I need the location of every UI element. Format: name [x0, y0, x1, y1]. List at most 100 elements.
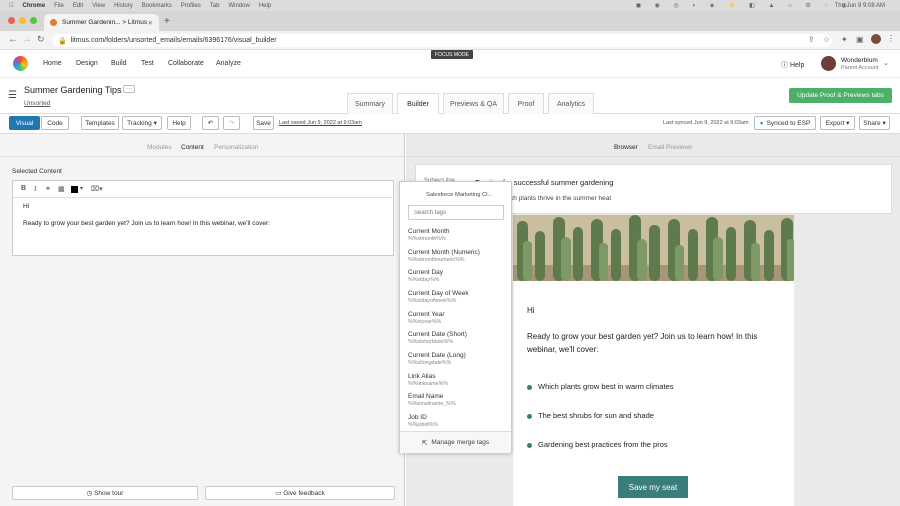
menu-window[interactable]: Window [228, 3, 249, 9]
tag-item[interactable]: Link Alias %%linkname%% [408, 373, 448, 387]
manage-merge-tags-button[interactable]: ⇱ Manage merge tags [400, 431, 511, 453]
extensions-icon[interactable]: ✦ [841, 35, 848, 44]
litmus-logo[interactable] [13, 56, 28, 71]
tag-item[interactable]: Job ID %%jobid%% [408, 414, 438, 428]
nav-collaborate[interactable]: Collaborate [168, 60, 204, 67]
app-name[interactable]: Chrome [23, 3, 46, 9]
email-title[interactable]: Summer Gardening Tips [24, 85, 122, 95]
italic-icon[interactable]: I [34, 185, 36, 193]
user-avatar[interactable] [821, 56, 836, 71]
menu-file[interactable]: File [54, 3, 64, 9]
tag-item[interactable]: Current Date (Short) %%xtshortdate%% [408, 331, 467, 345]
tab-title: Summer Gardenin... > Litmus [62, 19, 148, 26]
tag-item[interactable]: Current Day of Week %%xtdayofweek%% [408, 290, 469, 304]
reload-icon[interactable]: ↻ [37, 34, 45, 45]
bullet-dot [527, 443, 532, 448]
close-window-icon[interactable] [8, 17, 15, 24]
tag-name: Current Date (Short) [408, 331, 467, 338]
status-icons[interactable]: ◼ ◉ ◎ ◐ ◈ ⚡ ◧ ▲ ⌂ ⚙ ◌ ◍ [636, 2, 853, 9]
editor-line-1: Hi [23, 203, 30, 210]
show-tour-button[interactable]: ◷ Show tour [12, 486, 198, 500]
chevron-down-icon: ▾ [846, 120, 850, 127]
save-button[interactable]: Save [253, 116, 274, 130]
bookmark-star-icon[interactable]: ☆ [823, 35, 830, 44]
close-tab-icon[interactable]: ✕ [148, 19, 153, 27]
menu-edit[interactable]: Edit [73, 3, 83, 9]
zoom-window-icon[interactable] [30, 17, 37, 24]
templates-button[interactable]: Templates [81, 116, 119, 130]
nav-analyze[interactable]: Analyze [216, 60, 241, 67]
help-button[interactable]: Help [167, 116, 191, 130]
forward-icon[interactable]: → [22, 34, 32, 45]
menu-history[interactable]: History [114, 3, 133, 9]
tab-summary[interactable]: Summary [347, 93, 393, 114]
tag-item[interactable]: Current Year %%xtyear%% [408, 311, 445, 325]
visual-mode-button[interactable]: Visual [9, 116, 40, 130]
menu-tab[interactable]: Tab [210, 3, 220, 9]
email-preview: Hi Ready to grow your best garden yet? J… [513, 215, 794, 506]
menu-toggle-icon[interactable]: ☰ [8, 90, 17, 101]
menu-bookmarks[interactable]: Bookmarks [142, 3, 172, 9]
code-mode-button[interactable]: Code [41, 116, 69, 130]
back-icon[interactable]: ← [8, 34, 18, 45]
apple-icon[interactable]:  [9, 3, 14, 9]
give-feedback-button[interactable]: ▭ Give feedback [205, 486, 395, 500]
litmus-favicon-icon [50, 19, 57, 26]
external-link-icon: ⇱ [421, 439, 428, 447]
profile-avatar[interactable] [871, 34, 881, 44]
sidebar-icon[interactable]: ▣ [856, 35, 864, 44]
menu-help[interactable]: Help [259, 3, 271, 9]
undo-icon[interactable]: ↶ [202, 116, 219, 130]
synced-esp-button[interactable]: ● Synced to ESP [754, 116, 816, 130]
chevron-down-icon[interactable]: ▾ [80, 185, 83, 192]
nav-test[interactable]: Test [141, 60, 154, 67]
help-link[interactable]: ⓘ Help [781, 60, 804, 70]
bullet-item-1: Which plants grow best in warm climates [538, 382, 674, 391]
more-options-button[interactable]: ··· [123, 85, 135, 93]
bullet-dot [527, 385, 532, 390]
tracking-dropdown[interactable]: Tracking ▾ [122, 116, 162, 130]
bold-icon[interactable]: B [21, 185, 26, 192]
tag-item[interactable]: Current Month (Numeric) %%xtmonthnumeric%… [408, 249, 480, 263]
subtab-modules[interactable]: Modules [147, 144, 172, 151]
tab-proof[interactable]: Proof [508, 93, 544, 114]
chevron-down-icon: ▾ [882, 120, 886, 127]
chrome-menu-icon[interactable]: ⋮ [887, 34, 895, 43]
url-field[interactable]: 🔒 litmus.com/folders/unsorted_emails/ema… [52, 34, 832, 47]
subtab-email-previews[interactable]: Email Previews [648, 144, 692, 151]
tab-builder[interactable]: Builder [397, 93, 439, 115]
help-label: Help [789, 62, 805, 69]
tab-previews-qa[interactable]: Previews & QA [443, 93, 504, 114]
tag-item[interactable]: Current Date (Long) %%xtlongdate%% [408, 352, 466, 366]
nav-design[interactable]: Design [76, 60, 98, 67]
tag-item[interactable]: Current Month %%xtmonth%% [408, 228, 450, 242]
user-name[interactable]: Wonderblum [841, 57, 878, 64]
search-tags-input[interactable] [408, 205, 504, 220]
folder-link[interactable]: Unsorted [24, 100, 50, 107]
redo-icon[interactable]: ↷ [223, 116, 240, 130]
export-dropdown[interactable]: Export ▾ [820, 116, 855, 130]
update-proof-button[interactable]: Update Proof & Previews tabs [789, 88, 892, 103]
nav-home[interactable]: Home [43, 60, 62, 67]
tag-item[interactable]: Email Name %%emailname_%% [408, 393, 456, 407]
nav-build[interactable]: Build [111, 60, 127, 67]
text-color-icon[interactable] [71, 186, 78, 193]
rich-text-editor[interactable]: B I ⚭ ▦ ▾ ⌧▾ Hi Ready to grow your best … [12, 180, 394, 256]
browser-tab[interactable]: Summer Gardenin... > Litmus ✕ [44, 14, 159, 31]
focus-mode-badge[interactable]: FOCUS MODE [431, 50, 473, 59]
tab-analytics[interactable]: Analytics [548, 93, 594, 114]
share-dropdown[interactable]: Share ▾ [859, 116, 890, 130]
cta-button[interactable]: Save my seat [618, 476, 688, 498]
menu-profiles[interactable]: Profiles [181, 3, 201, 9]
tag-item[interactable]: Current Day %%xtday%% [408, 269, 443, 283]
new-tab-icon[interactable]: + [164, 16, 170, 27]
clear-format-icon[interactable]: ⌧▾ [91, 185, 103, 193]
merge-tag-icon[interactable]: ▦ [58, 185, 65, 193]
minimize-window-icon[interactable] [19, 17, 26, 24]
last-saved-link[interactable]: Last saved Jun 9, 2022 at 9:03am [279, 120, 362, 126]
share-page-icon[interactable]: ⇪ [808, 35, 815, 44]
subtab-personalization[interactable]: Personalization [214, 144, 258, 151]
link-icon[interactable]: ⚭ [45, 185, 51, 193]
chevron-down-icon[interactable]: ⌄ [883, 59, 889, 67]
menu-view[interactable]: View [92, 3, 105, 9]
